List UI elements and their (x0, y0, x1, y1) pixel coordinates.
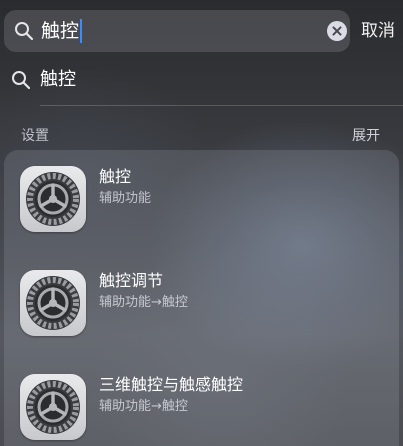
settings-gear-icon (20, 166, 86, 232)
search-suggestion[interactable]: 触控 (0, 62, 403, 98)
divider (40, 105, 403, 106)
suggestion-label: 触控 (40, 69, 76, 90)
cancel-button[interactable]: 取消 (361, 18, 395, 44)
search-bar: 触控 取消 (0, 10, 403, 52)
result-item[interactable]: 三维触控与触感触控 辅助功能→触控 (4, 358, 399, 446)
search-icon (15, 22, 34, 41)
gear-icon (26, 276, 80, 330)
result-title: 触控 (99, 167, 132, 186)
expand-button[interactable]: 展开 (352, 126, 380, 146)
result-subtitle: 辅助功能→触控 (99, 399, 188, 414)
result-title: 三维触控与触感触控 (99, 375, 244, 394)
gear-icon (26, 380, 80, 434)
section-title: 设置 (21, 128, 49, 144)
gear-icon (26, 172, 80, 226)
text-caret (80, 19, 83, 43)
results-card: 触控 辅助功能 触控调节 辅助功能→触控 三维触控与触感触控 辅助功能→触控 (4, 150, 399, 446)
result-title: 触控调节 (99, 271, 164, 290)
result-subtitle: 辅助功能→触控 (99, 295, 188, 310)
result-item[interactable]: 触控调节 辅助功能→触控 (4, 254, 399, 344)
search-input[interactable]: 触控 (41, 18, 83, 44)
search-query-text: 触控 (41, 20, 80, 42)
settings-gear-icon (20, 270, 86, 336)
result-subtitle: 辅助功能 (99, 191, 152, 206)
search-icon (12, 71, 31, 90)
clear-search-button[interactable] (327, 21, 347, 41)
result-item[interactable]: 触控 辅助功能 (4, 150, 399, 240)
search-field[interactable]: 触控 (4, 10, 350, 52)
settings-gear-icon (20, 374, 86, 440)
